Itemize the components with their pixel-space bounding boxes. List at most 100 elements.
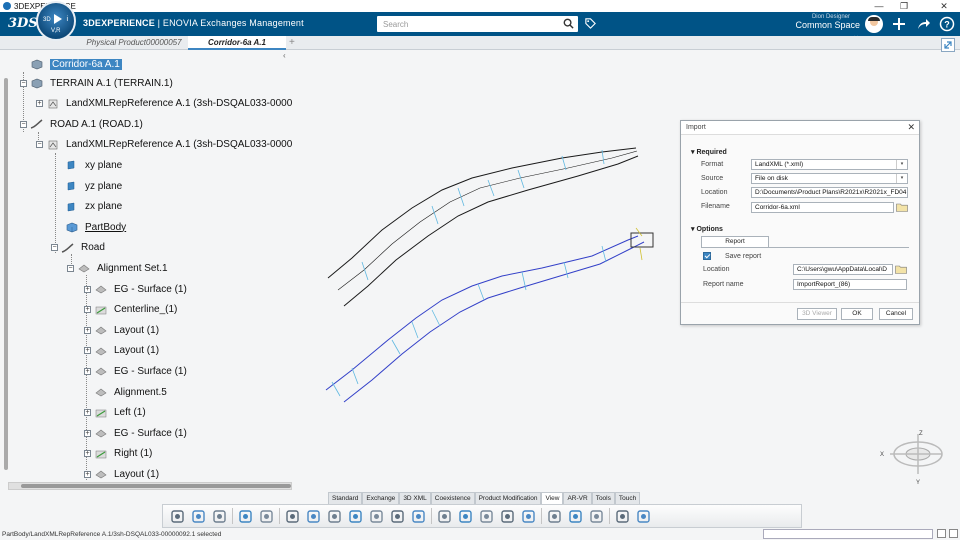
required-section-header[interactable]: ▾ Required (691, 148, 727, 156)
tag-icon[interactable] (584, 17, 597, 30)
views-icon[interactable] (478, 508, 495, 525)
command-tab[interactable]: View (541, 492, 564, 504)
tree-node[interactable]: + Layout (1) (84, 466, 159, 482)
command-tab[interactable]: Exchange (362, 492, 400, 504)
cut-icon[interactable] (169, 508, 186, 525)
dialog-close-icon[interactable]: ✕ (907, 122, 915, 133)
tree-node[interactable]: + EG - Surface (1) (84, 281, 187, 297)
collapse-node-icon[interactable]: − (51, 244, 58, 252)
share-icon[interactable] (915, 16, 931, 32)
search-box[interactable] (377, 16, 578, 32)
fit-all-icon[interactable] (326, 508, 343, 525)
orientation-compass[interactable]: Z X Y (878, 430, 948, 486)
search-icon[interactable] (563, 18, 574, 29)
shading-icon[interactable] (546, 508, 563, 525)
tree-vertical-scrollbar[interactable] (4, 78, 8, 470)
options-section-header[interactable]: ▾ Options (691, 225, 723, 233)
rotate-icon[interactable] (368, 508, 385, 525)
ok-button[interactable]: OK (841, 308, 873, 320)
compass-button[interactable]: 3D i V,R (36, 1, 76, 41)
tree-horizontal-scrollbar[interactable] (8, 482, 292, 490)
expand-node-icon[interactable]: + (84, 429, 91, 437)
tree-node[interactable]: + EG - Surface (1) (84, 363, 187, 379)
report-location-field[interactable]: C:\Users\gwu\AppData\Local\D (793, 264, 893, 275)
report-tab[interactable]: Report (701, 236, 769, 247)
tree-node[interactable]: − Road (51, 240, 105, 256)
power-input-field[interactable] (763, 529, 933, 539)
filename-field[interactable]: Corridor-6a.xml (751, 202, 894, 213)
command-tab[interactable]: 3D XML (399, 492, 431, 504)
save-report-checkbox[interactable] (703, 252, 711, 260)
command-tab[interactable]: Coexistence (430, 492, 475, 504)
power-input-clear-icon[interactable] (937, 529, 946, 538)
folder-icon[interactable] (895, 265, 907, 274)
expand-node-icon[interactable]: + (84, 450, 91, 458)
tree-node[interactable]: − Alignment Set.1 (67, 260, 168, 276)
format-select[interactable]: LandXML (*.xml) ▾ (751, 159, 908, 170)
cancel-button[interactable]: Cancel (879, 308, 913, 320)
link-icon[interactable] (614, 508, 631, 525)
tree-node[interactable]: + EG - Surface (1) (84, 425, 187, 441)
power-input-options-icon[interactable] (949, 529, 958, 538)
collapse-node-icon[interactable]: − (20, 120, 27, 128)
expand-node-icon[interactable]: + (84, 367, 91, 375)
command-tab[interactable]: AR-VR (563, 492, 592, 504)
collapse-node-icon[interactable]: − (36, 141, 43, 149)
multi-view-icon[interactable] (588, 508, 605, 525)
tree-node[interactable]: zx plane (55, 199, 122, 215)
source-select[interactable]: File on disk ▾ (751, 173, 908, 184)
tree-node[interactable]: xy plane (55, 157, 122, 173)
add-tab-icon[interactable]: + (289, 36, 295, 49)
scrollbar-thumb[interactable] (21, 484, 291, 488)
undo-icon[interactable] (237, 508, 254, 525)
zoom-icon[interactable] (284, 508, 301, 525)
add-icon[interactable] (891, 16, 907, 32)
copy-icon[interactable] (190, 508, 207, 525)
quick-view-icon[interactable] (457, 508, 474, 525)
restore-button[interactable]: ❐ (893, 0, 915, 12)
tree-node[interactable]: + Right (1) (84, 446, 152, 462)
command-tab[interactable]: Product Modification (474, 492, 542, 504)
cube-icon[interactable] (635, 508, 652, 525)
expand-node-icon[interactable]: + (84, 285, 91, 293)
split-icon[interactable] (567, 508, 584, 525)
expand-node-icon[interactable]: + (36, 100, 43, 108)
expand-node-icon[interactable]: + (84, 470, 91, 478)
command-tab[interactable]: Tools (591, 492, 615, 504)
report-name-field[interactable]: ImportReport_(86) (793, 279, 907, 290)
tree-node[interactable]: − LandXMLRepReference A.1 (3sh-DSQAL033-0… (36, 137, 292, 153)
tree-node[interactable]: + Centerline_(1) (84, 302, 177, 318)
tree-node[interactable]: Corridor-6a A.1 (20, 56, 122, 72)
tree-node[interactable]: + Left (1) (84, 405, 146, 421)
tab-physical-product[interactable]: Physical Product00000057 (80, 36, 188, 50)
tree-node[interactable]: + Layout (1) (84, 343, 159, 359)
command-tab[interactable]: Standard (328, 492, 363, 504)
folder-icon[interactable] (896, 203, 908, 212)
close-window-button[interactable]: ✕ (933, 0, 955, 12)
swap-icon[interactable] (520, 508, 537, 525)
tree-node[interactable]: Alignment.5 (84, 384, 167, 400)
tree-node[interactable]: − TERRAIN A.1 (TERRAIN.1) (20, 75, 173, 91)
location-field[interactable]: D:\Documents\Product Plans\R2021x\R2021x… (751, 187, 908, 198)
tree-node[interactable]: + LandXMLRepReference A.1 (3sh-DSQAL033-0… (36, 96, 292, 112)
view-icon[interactable] (305, 508, 322, 525)
command-tab[interactable]: Touch (614, 492, 641, 504)
hide-show-icon[interactable] (499, 508, 516, 525)
expand-node-icon[interactable]: + (84, 306, 91, 314)
tree-node[interactable]: − ROAD A.1 (ROAD.1) (20, 116, 143, 132)
expand-node-icon[interactable]: + (84, 409, 91, 417)
normal-view-icon[interactable] (410, 508, 427, 525)
update-icon[interactable] (258, 508, 275, 525)
expand-node-icon[interactable]: + (84, 347, 91, 355)
pan-icon[interactable] (347, 508, 364, 525)
collapse-node-icon[interactable]: − (20, 79, 27, 87)
minimize-button[interactable]: — (868, 0, 890, 12)
tree-node[interactable]: + Layout (1) (84, 322, 159, 338)
expand-node-icon[interactable]: + (84, 326, 91, 334)
avatar[interactable] (865, 15, 883, 33)
search-input[interactable] (377, 16, 547, 32)
3d-viewer-button[interactable]: 3D Viewer (797, 308, 837, 320)
paste-icon[interactable] (211, 508, 228, 525)
collapse-node-icon[interactable]: − (67, 264, 74, 272)
tab-corridor[interactable]: Corridor-6a A.1 (188, 36, 286, 50)
